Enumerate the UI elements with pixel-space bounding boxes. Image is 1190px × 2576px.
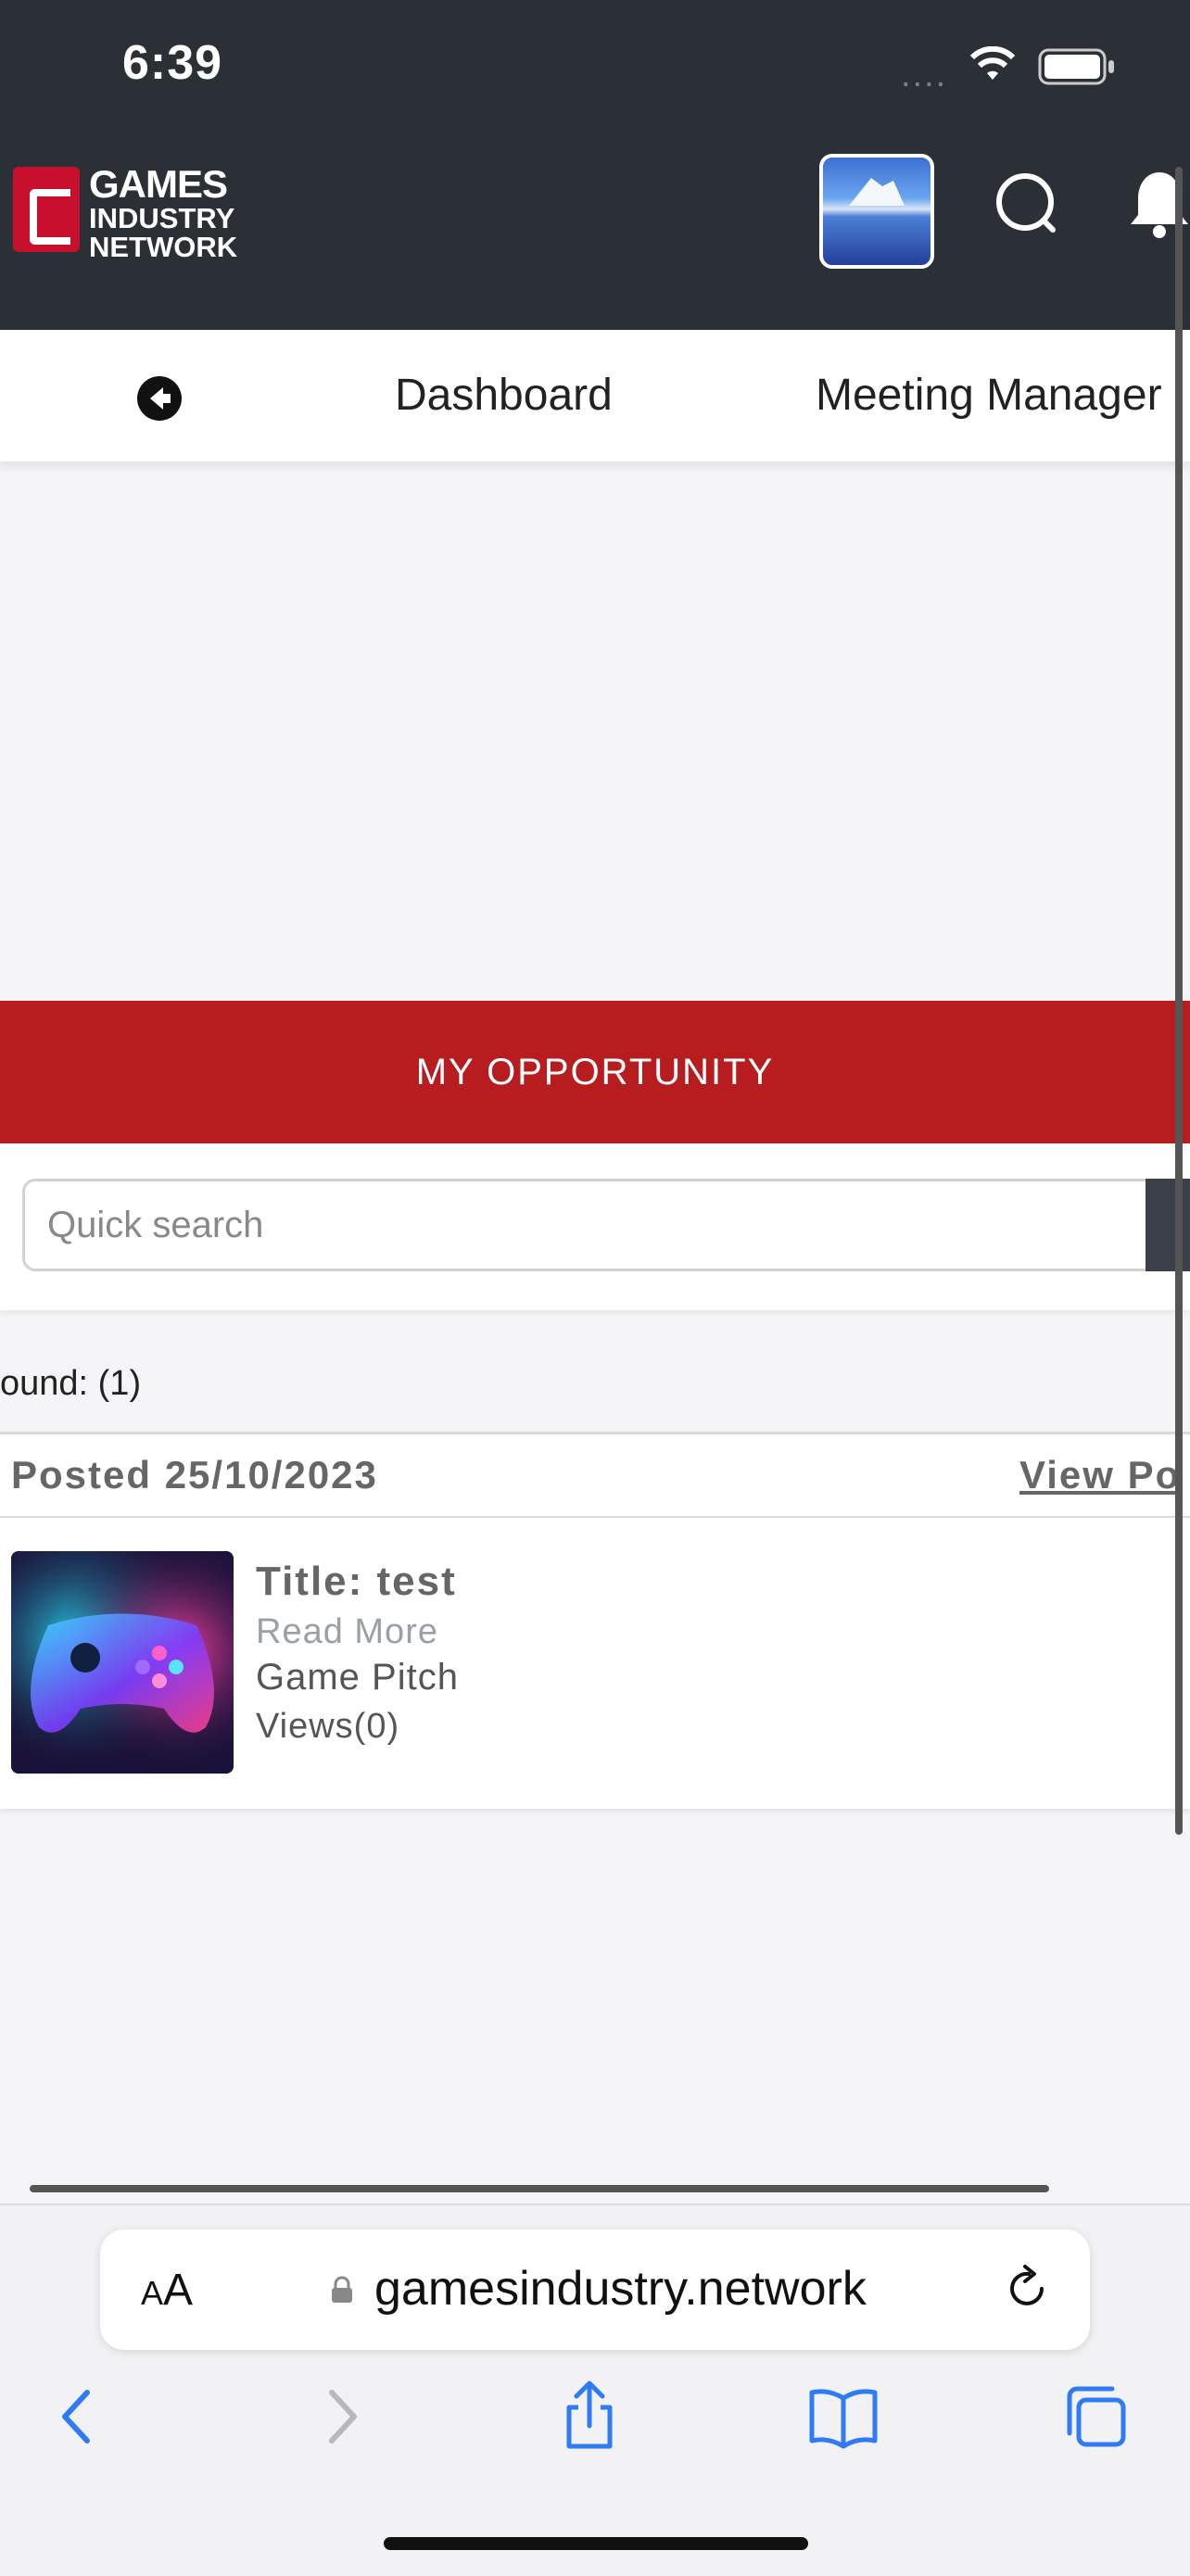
vertical-scrollbar[interactable] [1175, 167, 1183, 1835]
posted-date: Posted 25/10/2023 [11, 1453, 378, 1496]
quick-search-input[interactable] [22, 1179, 1166, 1271]
search-icon[interactable] [994, 170, 1060, 237]
user-avatar[interactable] [819, 154, 934, 269]
tabs-icon[interactable] [1058, 2380, 1133, 2454]
back-arrow-icon[interactable] [137, 376, 182, 421]
results-count: ound: (1) [0, 1364, 142, 1403]
page-banner: MY OPPORTUNITY [0, 1001, 1190, 1143]
reload-icon[interactable] [1001, 2263, 1053, 2315]
post-thumbnail[interactable] [11, 1551, 234, 1774]
browser-toolbar: AA gamesindustry.network [0, 2203, 1190, 2576]
logo-mark [13, 167, 80, 252]
opportunity-card[interactable]: Title: test Read More Game Pitch Views(0… [0, 1518, 1190, 1809]
nav-item-meeting-manager[interactable]: Meeting Manager [816, 330, 1162, 461]
status-time: 6:39 [122, 36, 223, 90]
back-chevron-icon[interactable] [43, 2380, 117, 2454]
read-more-link[interactable]: Read More [256, 1612, 438, 1652]
reader-settings-button[interactable]: AA [141, 2265, 193, 2316]
home-indicator[interactable] [384, 2537, 808, 2550]
wifi-icon [969, 46, 1016, 80]
cellular-signal: .... [901, 56, 948, 95]
post-views: Views(0) [256, 1707, 400, 1746]
search-submit-button[interactable] [1146, 1179, 1190, 1271]
logo-text: GAMES INDUSTRY NETWORK [89, 162, 238, 263]
nav-item-dashboard[interactable]: Dashboard [395, 330, 613, 461]
app-header: 6:39 .... GAMES INDUSTRY NETWORK [0, 0, 1190, 330]
bookmarks-icon[interactable] [806, 2380, 880, 2454]
post-category: Game Pitch [256, 1657, 459, 1698]
forward-chevron-icon[interactable] [302, 2380, 376, 2454]
url-text[interactable]: gamesindustry.network [374, 2261, 867, 2317]
nav-bar: Dashboard Meeting Manager [0, 330, 1190, 461]
gamepad-image [11, 1551, 234, 1774]
post-title: Title: test [256, 1559, 457, 1604]
view-post-link[interactable]: View Po [1019, 1453, 1181, 1497]
battery-icon [1038, 48, 1114, 85]
address-bar[interactable]: AA gamesindustry.network [100, 2229, 1090, 2350]
horizontal-scrollbar[interactable] [30, 2185, 1049, 2192]
search-panel [0, 1143, 1190, 1310]
post-meta-bar: Posted 25/10/2023 View Po [0, 1434, 1190, 1516]
lock-icon [332, 2276, 352, 2303]
share-icon[interactable] [552, 2380, 627, 2454]
